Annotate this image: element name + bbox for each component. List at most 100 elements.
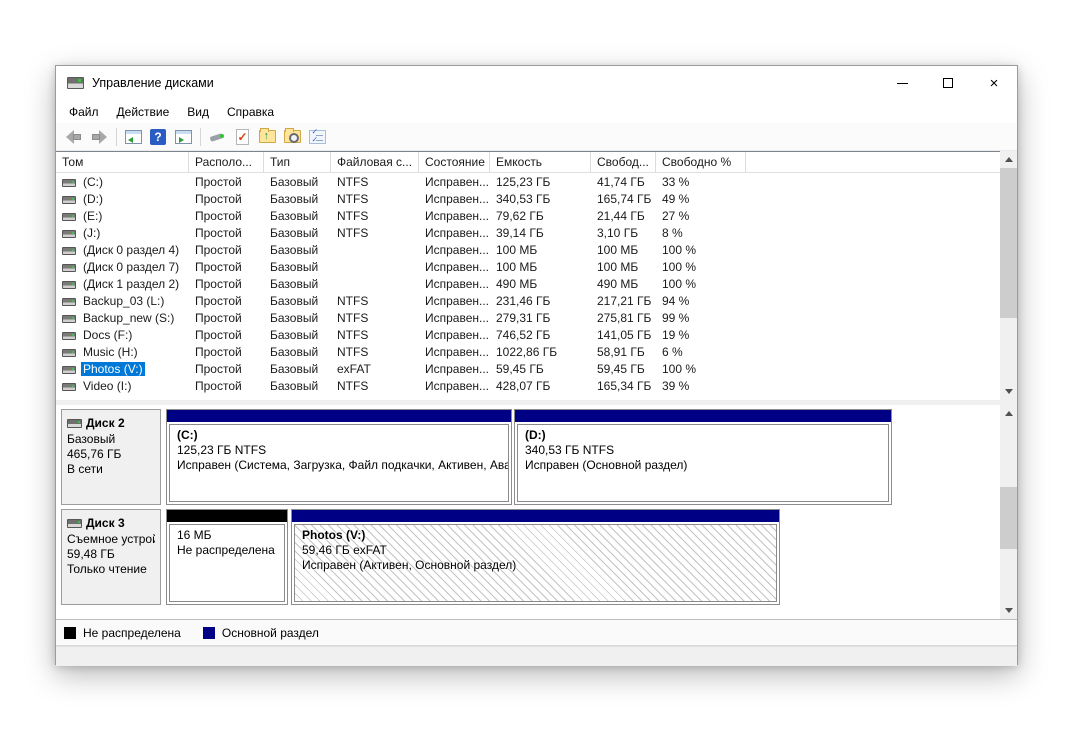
console-tree-button[interactable] bbox=[121, 126, 145, 148]
menu-help[interactable]: Справка bbox=[218, 102, 283, 122]
column-header-free-pct[interactable]: Свободно % bbox=[656, 152, 746, 172]
detail-pane-button[interactable] bbox=[171, 126, 195, 148]
close-button[interactable]: × bbox=[971, 66, 1017, 100]
volume-icon bbox=[62, 195, 76, 204]
table-cell: 125,23 ГБ bbox=[496, 174, 551, 189]
table-row[interactable]: (D:) Простой Базовый NTFS Исправен... 340,53 … bbox=[56, 190, 1000, 207]
table-cell: 165,74 ГБ bbox=[597, 191, 652, 206]
table-row[interactable]: Music (H:) Простой Базовый NTFS Исправен... 1… bbox=[56, 343, 1000, 360]
volume-list-scrollbar[interactable] bbox=[1000, 151, 1017, 400]
partition-title: (D:) bbox=[525, 428, 546, 442]
column-header-status[interactable]: Состояние bbox=[419, 152, 490, 172]
scroll-up-icon[interactable] bbox=[1000, 405, 1017, 422]
column-header-layout[interactable]: Располо... bbox=[189, 152, 264, 172]
column-header-type[interactable]: Тип bbox=[264, 152, 331, 172]
graphical-view-scrollbar[interactable] bbox=[1000, 405, 1017, 619]
table-cell: Исправен... bbox=[425, 191, 490, 206]
table-row[interactable]: (Диск 0 раздел 7) Простой Базовый Исправен.… bbox=[56, 258, 1000, 275]
partition-size: 59,46 ГБ exFAT bbox=[302, 543, 387, 557]
column-header-volume[interactable]: Том bbox=[56, 152, 189, 172]
disk2-status: В сети bbox=[67, 462, 103, 476]
table-row[interactable]: (J:) Простой Базовый NTFS Исправен... 39,14 Г… bbox=[56, 224, 1000, 241]
volume-name: (Диск 0 раздел 7) bbox=[83, 259, 180, 274]
table-row[interactable]: Backup_new (S:) Простой Базовый NTFS Исправе… bbox=[56, 309, 1000, 326]
legend-label-unallocated: Не распределена bbox=[83, 625, 181, 640]
volume-name: Backup_03 (L:) bbox=[83, 293, 165, 308]
volume-icon bbox=[62, 314, 76, 323]
help-icon: ? bbox=[150, 128, 166, 145]
scroll-down-icon[interactable] bbox=[1000, 602, 1017, 619]
menu-action[interactable]: Действие bbox=[108, 102, 179, 122]
legend-label-primary: Основной раздел bbox=[221, 625, 319, 640]
toolbar-separator bbox=[200, 127, 201, 146]
partition-color-bar bbox=[292, 510, 779, 522]
scrollbar-thumb[interactable] bbox=[1000, 487, 1017, 549]
partition-size: 340,53 ГБ NTFS bbox=[525, 443, 615, 457]
maximize-button[interactable] bbox=[925, 66, 971, 100]
toolbar-separator bbox=[116, 127, 117, 146]
partition-d[interactable]: (D:) 340,53 ГБ NTFS Исправен (Основной р… bbox=[514, 409, 892, 505]
table-row[interactable]: Video (I:) Простой Базовый NTFS Исправен... 4… bbox=[56, 377, 1000, 394]
scroll-down-icon[interactable] bbox=[1000, 383, 1017, 400]
partition-status: Исправен (Система, Загрузка, Файл подкач… bbox=[177, 458, 509, 472]
menu-bar: Файл Действие Вид Справка bbox=[56, 100, 1017, 123]
table-row[interactable]: (C:) Простой Базовый NTFS Исправен... 125,23 … bbox=[56, 173, 1000, 190]
table-cell: 490 МБ bbox=[496, 276, 538, 291]
table-cell: 490 МБ bbox=[597, 276, 639, 291]
table-cell: Базовый bbox=[270, 174, 319, 189]
partition-title: (C:) bbox=[177, 428, 198, 442]
detail-pane-icon bbox=[174, 129, 192, 144]
table-cell: Простой bbox=[195, 174, 242, 189]
table-cell: Простой bbox=[195, 242, 242, 257]
table-cell: Исправен... bbox=[425, 276, 490, 291]
menu-file[interactable]: Файл bbox=[60, 102, 108, 122]
column-header-free[interactable]: Свобод... bbox=[591, 152, 656, 172]
disk3-size: 59,48 ГБ bbox=[67, 547, 115, 561]
column-header-filesystem[interactable]: Файловая с... bbox=[331, 152, 419, 172]
scroll-up-icon[interactable] bbox=[1000, 151, 1017, 168]
help-button[interactable]: ? bbox=[146, 126, 170, 148]
table-cell: Простой bbox=[195, 225, 242, 240]
table-cell: NTFS bbox=[337, 225, 369, 240]
volume-cell: (D:) bbox=[56, 192, 189, 206]
menu-view[interactable]: Вид bbox=[178, 102, 218, 122]
partition-c[interactable]: (C:) 125,23 ГБ NTFS Исправен (Система, З… bbox=[166, 409, 512, 505]
legend-bar: Не распределена Основной раздел bbox=[56, 619, 1017, 646]
forward-button[interactable] bbox=[87, 126, 111, 148]
table-row[interactable]: (Диск 0 раздел 4) Простой Базовый Исправен.… bbox=[56, 241, 1000, 258]
table-cell: Базовый bbox=[270, 208, 319, 223]
table-row[interactable]: Backup_03 (L:) Простой Базовый NTFS Исправен… bbox=[56, 292, 1000, 309]
partition-photos[interactable]: Photos (V:) 59,46 ГБ exFAT Исправен (Акт… bbox=[291, 509, 780, 605]
table-cell: Исправен... bbox=[425, 208, 490, 223]
partition-title: Photos (V:) bbox=[302, 528, 366, 542]
task-check-button[interactable] bbox=[230, 126, 254, 148]
table-cell: Исправен... bbox=[425, 344, 490, 359]
disk2-info-box[interactable]: Диск 2 Базовый 465,76 ГБ В сети bbox=[61, 409, 161, 505]
volume-name: (C:) bbox=[83, 174, 103, 189]
table-cell: 94 % bbox=[662, 293, 690, 308]
table-cell: Базовый bbox=[270, 225, 319, 240]
column-header-filler bbox=[746, 152, 1017, 172]
minimize-button[interactable] bbox=[879, 66, 925, 100]
scrollbar-thumb[interactable] bbox=[1000, 168, 1017, 318]
checklist-button[interactable] bbox=[305, 126, 329, 148]
partition-unallocated[interactable]: 16 МБ Не распределена bbox=[166, 509, 288, 605]
table-row[interactable]: (E:) Простой Базовый NTFS Исправен... 79,62 Г… bbox=[56, 207, 1000, 224]
table-row[interactable]: Docs (F:) Простой Базовый NTFS Исправен... 74… bbox=[56, 326, 1000, 343]
table-cell: 1022,86 ГБ bbox=[496, 344, 558, 359]
table-cell: 79,62 ГБ bbox=[496, 208, 544, 223]
table-cell: 100 % bbox=[662, 259, 697, 274]
table-cell: 217,21 ГБ bbox=[597, 293, 652, 308]
graphical-view-pane: Диск 2 Базовый 465,76 ГБ В сети (C:) 125… bbox=[56, 405, 1017, 646]
partition-color-bar bbox=[515, 410, 891, 422]
table-row[interactable]: Photos (V:) Простой Базовый exFAT Исправен..… bbox=[56, 360, 1000, 377]
disk-tool-button[interactable] bbox=[205, 126, 229, 148]
column-header-capacity[interactable]: Емкость bbox=[490, 152, 591, 172]
folder-search-button[interactable] bbox=[280, 126, 304, 148]
folder-up-button[interactable] bbox=[255, 126, 279, 148]
legend-swatch-unallocated bbox=[64, 626, 76, 639]
disk3-info-box[interactable]: Диск 3 Съемное устройство 59,48 ГБ Тольк… bbox=[61, 509, 161, 605]
back-button[interactable] bbox=[62, 126, 86, 148]
table-row[interactable]: (Диск 1 раздел 2) Простой Базовый Исправен.… bbox=[56, 275, 1000, 292]
volume-name: (Диск 0 раздел 4) bbox=[83, 242, 180, 257]
